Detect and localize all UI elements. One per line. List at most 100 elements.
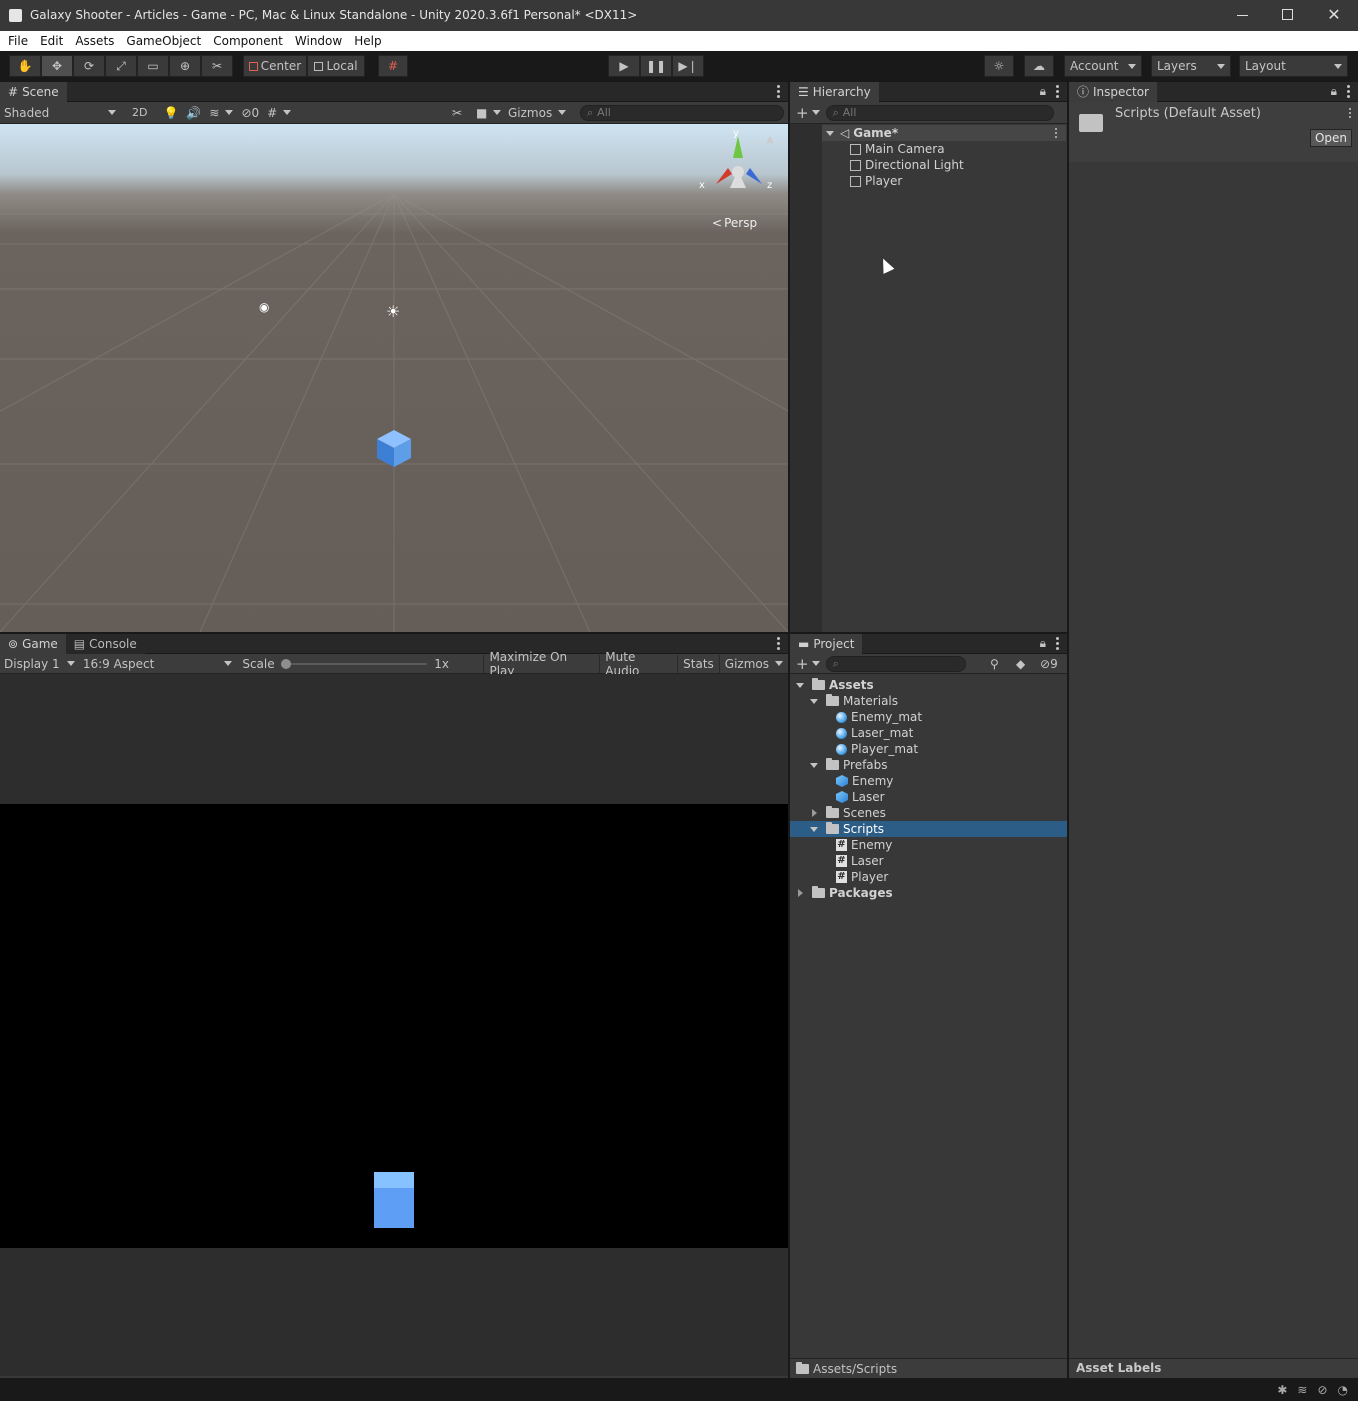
tree-item[interactable]: Player_mat bbox=[790, 741, 1067, 757]
aspect-dropdown[interactable]: 16:9 Aspect bbox=[79, 655, 237, 673]
hierarchy-scene-root[interactable]: ◁ Game* bbox=[822, 125, 1066, 141]
menu-help[interactable]: Help bbox=[348, 31, 387, 51]
lock-icon[interactable]: 🔒︎ bbox=[1040, 636, 1046, 651]
pivot-space-button[interactable]: Local bbox=[307, 55, 365, 77]
tab-inspector[interactable]: ⓘ Inspector bbox=[1069, 81, 1157, 102]
step-button[interactable]: ▶❘ bbox=[672, 55, 704, 77]
tree-item[interactable]: Enemy_mat bbox=[790, 709, 1067, 725]
hierarchy-item-directional-light[interactable]: Directional Light bbox=[822, 157, 1067, 173]
close-icon[interactable]: ✕ bbox=[1322, 5, 1346, 25]
maximize-icon[interactable] bbox=[1276, 6, 1300, 24]
panel-menu-icon[interactable] bbox=[1347, 85, 1350, 98]
menu-window[interactable]: Window bbox=[289, 31, 348, 51]
transform-tool-icon[interactable]: ⊕ bbox=[169, 55, 201, 77]
create-dropdown[interactable]: + bbox=[796, 104, 820, 122]
scale-slider[interactable] bbox=[280, 655, 429, 673]
collab-icon[interactable]: ☼ bbox=[984, 55, 1014, 77]
tab-console[interactable]: ▤ Console bbox=[65, 633, 145, 654]
menu-edit[interactable]: Edit bbox=[34, 31, 69, 51]
game-gizmos-dropdown[interactable]: Gizmos bbox=[718, 654, 788, 673]
grid-snap-button[interactable]: # bbox=[378, 55, 408, 77]
lock-icon[interactable]: 🔒︎ bbox=[1331, 84, 1337, 99]
scene-menu-icon[interactable] bbox=[1055, 128, 1058, 138]
tab-hierarchy[interactable]: ☰ Hierarchy bbox=[790, 81, 879, 102]
tools-icon[interactable]: ✂ bbox=[448, 104, 466, 122]
move-tool-icon[interactable]: ✥ bbox=[41, 55, 73, 77]
chevron-down-icon[interactable] bbox=[810, 762, 818, 768]
chevron-down-icon[interactable] bbox=[826, 130, 834, 136]
hierarchy-search-input[interactable]: ⌕ All bbox=[825, 104, 1054, 121]
tree-scenes[interactable]: Scenes bbox=[790, 805, 1067, 821]
custom-tool-icon[interactable]: ✂ bbox=[201, 55, 233, 77]
create-dropdown[interactable]: + bbox=[796, 655, 820, 673]
hidden-objects-toggle[interactable]: ⊘ 0 bbox=[237, 104, 263, 122]
shading-mode-dropdown[interactable]: Shaded bbox=[0, 104, 120, 122]
2d-toggle[interactable]: 2D bbox=[128, 104, 151, 122]
pivot-mode-button[interactable]: Center bbox=[243, 55, 307, 77]
hand-tool-icon[interactable]: ✋ bbox=[9, 55, 41, 77]
audio-toggle-icon[interactable]: 🔊 bbox=[182, 104, 205, 122]
tree-item[interactable]: Laser_mat bbox=[790, 725, 1067, 741]
panel-menu-icon[interactable] bbox=[1056, 85, 1059, 98]
menu-file[interactable]: File bbox=[2, 31, 34, 51]
layers-dropdown[interactable]: Layers bbox=[1151, 55, 1231, 77]
tree-scripts[interactable]: Scripts bbox=[790, 821, 1067, 837]
progress-icon[interactable]: ◔ bbox=[1338, 1383, 1348, 1397]
menu-assets[interactable]: Assets bbox=[69, 31, 120, 51]
stats-toggle[interactable]: Stats bbox=[677, 654, 719, 673]
hierarchy-item-main-camera[interactable]: Main Camera bbox=[822, 141, 1067, 157]
hidden-packages-toggle[interactable]: ⊘ 9 bbox=[1036, 655, 1062, 673]
asset-labels-bar[interactable]: Asset Labels bbox=[1069, 1358, 1358, 1378]
search-by-type-icon[interactable]: ⚲ bbox=[986, 655, 1003, 673]
chevron-down-icon[interactable] bbox=[810, 826, 818, 832]
menu-component[interactable]: Component bbox=[207, 31, 289, 51]
tab-project[interactable]: ▬ Project bbox=[790, 633, 863, 654]
tree-prefabs[interactable]: Prefabs bbox=[790, 757, 1067, 773]
grid-toggle-icon[interactable]: # bbox=[263, 104, 295, 122]
tab-scene[interactable]: # Scene bbox=[0, 81, 67, 102]
game-view[interactable] bbox=[0, 674, 788, 1376]
display-dropdown[interactable]: Display 1 bbox=[0, 655, 79, 673]
tree-packages[interactable]: Packages bbox=[790, 885, 1067, 901]
camera-settings-icon[interactable]: ■ bbox=[472, 104, 505, 122]
tree-item[interactable]: Laser bbox=[790, 789, 1067, 805]
chevron-down-icon[interactable] bbox=[796, 682, 804, 688]
effects-toggle-icon[interactable]: ≋ bbox=[205, 104, 237, 122]
lock-icon[interactable]: 🔒︎ bbox=[1040, 84, 1046, 99]
lock-icon[interactable]: ▲ bbox=[766, 134, 774, 145]
tab-game[interactable]: ⊚ Game bbox=[0, 633, 66, 654]
account-dropdown[interactable]: Account bbox=[1064, 55, 1142, 77]
chevron-right-icon[interactable] bbox=[798, 889, 803, 897]
mute-audio-toggle[interactable]: Mute Audio bbox=[599, 650, 677, 678]
cache-server-icon[interactable]: ≋ bbox=[1297, 1383, 1307, 1397]
tree-item[interactable]: # Laser bbox=[790, 853, 1067, 869]
play-button[interactable]: ▶ bbox=[608, 55, 640, 77]
maximize-on-play-toggle[interactable]: Maximize On Play bbox=[483, 650, 599, 678]
panel-menu-icon[interactable] bbox=[777, 85, 780, 98]
scene-viewport[interactable]: ◉ ☀ y x z ▲ < Persp bbox=[0, 124, 788, 632]
chevron-right-icon[interactable] bbox=[812, 809, 817, 817]
scale-tool-icon[interactable]: ⤢ bbox=[105, 55, 137, 77]
minimize-icon[interactable] bbox=[1231, 8, 1255, 24]
tree-assets[interactable]: Assets bbox=[790, 677, 1067, 693]
layout-dropdown[interactable]: Layout bbox=[1239, 55, 1348, 77]
debug-icon[interactable]: ✱ bbox=[1277, 1383, 1287, 1397]
search-by-label-icon[interactable]: ◆ bbox=[1012, 655, 1029, 673]
tree-item[interactable]: Enemy bbox=[790, 773, 1067, 789]
rect-tool-icon[interactable]: ▭ bbox=[137, 55, 169, 77]
rotate-tool-icon[interactable]: ⟳ bbox=[73, 55, 105, 77]
tree-materials[interactable]: Materials bbox=[790, 693, 1067, 709]
scene-search-input[interactable]: ⌕ All bbox=[580, 104, 784, 121]
pause-button[interactable]: ❚❚ bbox=[640, 55, 672, 77]
projection-toggle[interactable]: < Persp bbox=[712, 216, 757, 230]
lighting-toggle-icon[interactable]: 💡 bbox=[159, 104, 182, 122]
panel-menu-icon[interactable] bbox=[1056, 637, 1059, 650]
auto-generate-lighting-icon[interactable]: ⊘ bbox=[1317, 1383, 1327, 1397]
tree-item[interactable]: # Enemy bbox=[790, 837, 1067, 853]
project-search-input[interactable]: ⌕ bbox=[825, 655, 966, 672]
panel-menu-icon[interactable] bbox=[777, 637, 780, 650]
scale-slider-thumb[interactable] bbox=[280, 658, 291, 669]
menu-gameobject[interactable]: GameObject bbox=[120, 31, 207, 51]
scene-gizmos-dropdown[interactable]: Gizmos bbox=[504, 104, 570, 122]
cloud-icon[interactable]: ☁ bbox=[1024, 55, 1054, 77]
